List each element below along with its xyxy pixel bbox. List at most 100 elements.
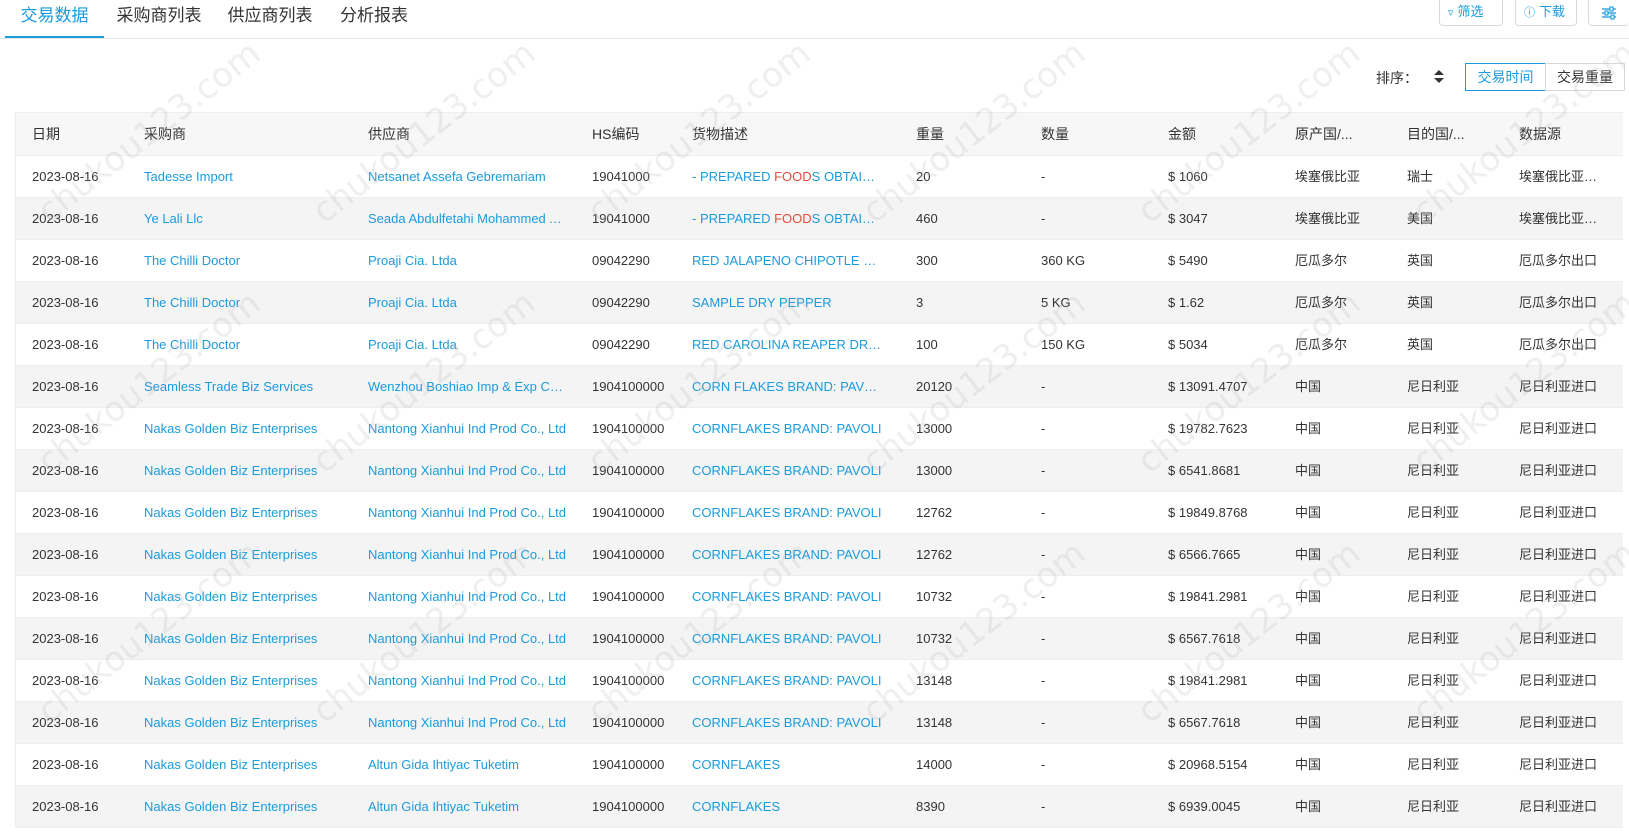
cell-description-link[interactable]: CORNFLAKES BRAND: PAVOLI [692, 408, 882, 450]
cell-description-link[interactable]: CORNFLAKES BRAND: PAVOLI [692, 576, 882, 618]
tab-analysis-report[interactable]: 分析报表 [334, 0, 414, 36]
cell-supplier-link[interactable]: Proaji Cia. Ltda [368, 240, 568, 282]
cell-supplier-link[interactable]: Proaji Cia. Ltda [368, 282, 568, 324]
sort-toggle-icon[interactable] [1432, 68, 1444, 86]
cell-buyer-link[interactable]: Nakas Golden Biz Enterprises [144, 408, 349, 450]
col-header-buyer[interactable]: 采购商 [144, 113, 344, 155]
sort-by-trade-weight-button[interactable]: 交易重量 [1545, 63, 1625, 91]
filter-button[interactable]: ▿ 筛选 [1439, 0, 1503, 26]
cell-supplier-link[interactable]: Proaji Cia. Ltda [368, 324, 568, 366]
cell-quantity: - [1041, 421, 1046, 436]
cell-origin: 厄瓜多尔 [1295, 337, 1348, 352]
cell-quantity: - [1041, 463, 1046, 478]
cell-description-link[interactable]: RED JALAPENO CHIPOTLE DRY PEPPER [692, 240, 882, 282]
cell-supplier-link[interactable]: Nantong Xianhui Ind Prod Co., Ltd [368, 450, 568, 492]
table-row[interactable]: 2023-08-16 The Chilli Doctor Proaji Cia. L… [16, 240, 1623, 282]
col-header-description[interactable]: 货物描述 [692, 113, 882, 155]
cell-description-link[interactable]: - PREPARED FOODS OBTAINED BY THE SWELLIN… [692, 198, 882, 240]
sort-by-trade-time-button[interactable]: 交易时间 [1465, 63, 1546, 91]
cell-supplier-link[interactable]: Nantong Xianhui Ind Prod Co., Ltd [368, 534, 568, 576]
cell-date: 2023-08-16 [32, 505, 99, 520]
cell-buyer-link[interactable]: Nakas Golden Biz Enterprises [144, 576, 349, 618]
cell-buyer-link[interactable]: Tadesse Import [144, 156, 349, 198]
table-row[interactable]: 2023-08-16 Nakas Golden Biz Enterprises Na… [16, 450, 1623, 492]
cell-quantity: - [1041, 505, 1046, 520]
cell-buyer-link[interactable]: Seamless Trade Biz Services [144, 366, 349, 408]
cell-quantity: - [1041, 715, 1046, 730]
cell-supplier-link[interactable]: Wenzhou Boshiao Imp & Exp Co., Ltd [368, 366, 568, 408]
cell-buyer-link[interactable]: The Chilli Doctor [144, 324, 349, 366]
cell-description-link[interactable]: CORNFLAKES BRAND: PAVOLI [692, 450, 882, 492]
table-row[interactable]: 2023-08-16 Nakas Golden Biz Enterprises Na… [16, 618, 1623, 660]
cell-buyer-link[interactable]: The Chilli Doctor [144, 282, 349, 324]
cell-supplier-link[interactable]: Seada Abdulfetahi Mohammed Ahmed [368, 198, 568, 240]
cell-buyer-link[interactable]: Nakas Golden Biz Enterprises [144, 534, 349, 576]
table-row[interactable]: 2023-08-16 The Chilli Doctor Proaji Cia. L… [16, 282, 1623, 324]
cell-supplier-link[interactable]: Nantong Xianhui Ind Prod Co., Ltd [368, 702, 568, 744]
cell-buyer-link[interactable]: Nakas Golden Biz Enterprises [144, 450, 349, 492]
cell-description-link[interactable]: SAMPLE DRY PEPPER [692, 282, 882, 324]
cell-weight: 14000 [916, 757, 953, 772]
col-header-quantity[interactable]: 数量 [1041, 113, 1141, 155]
cell-data-source: 尼日利亚进口 [1519, 715, 1598, 730]
col-header-supplier[interactable]: 供应商 [368, 113, 568, 155]
cell-buyer-link[interactable]: The Chilli Doctor [144, 240, 349, 282]
cell-destination: 英国 [1407, 337, 1434, 352]
cell-hs-code: 19041000 [592, 211, 650, 226]
cell-description-link[interactable]: CORNFLAKES BRAND: PAVOLI [692, 492, 882, 534]
table-row[interactable]: 2023-08-16 The Chilli Doctor Proaji Cia. L… [16, 324, 1623, 366]
cell-weight: 10732 [916, 631, 953, 646]
cell-description-link[interactable]: CORNFLAKES [692, 786, 882, 828]
cell-supplier-link[interactable]: Nantong Xianhui Ind Prod Co., Ltd [368, 660, 568, 702]
download-button[interactable]: ⓘ 下载 [1515, 0, 1577, 26]
tab-trade-data[interactable]: 交易数据 [5, 0, 104, 38]
cell-supplier-link[interactable]: Nantong Xianhui Ind Prod Co., Ltd [368, 618, 568, 660]
tab-supplier-list[interactable]: 供应商列表 [222, 0, 318, 36]
cell-description-link[interactable]: CORNFLAKES BRAND: PAVOLI [692, 702, 882, 744]
cell-supplier-link[interactable]: Nantong Xianhui Ind Prod Co., Ltd [368, 408, 568, 450]
table-row[interactable]: 2023-08-16 Nakas Golden Biz Enterprises Na… [16, 576, 1623, 618]
cell-description-link[interactable]: CORNFLAKES [692, 744, 882, 786]
table-row[interactable]: 2023-08-16 Ye Lali Llc Seada Abdulfetahi M… [16, 198, 1623, 240]
table-row[interactable]: 2023-08-16 Nakas Golden Biz Enterprises Na… [16, 660, 1623, 702]
col-header-origin[interactable]: 原产国/... [1295, 113, 1385, 155]
cell-buyer-link[interactable]: Nakas Golden Biz Enterprises [144, 744, 349, 786]
cell-description-link[interactable]: CORNFLAKES BRAND: PAVOLI [692, 618, 882, 660]
cell-origin: 厄瓜多尔 [1295, 295, 1348, 310]
col-header-hs-code[interactable]: HS编码 [592, 113, 672, 155]
cell-supplier-link[interactable]: Nantong Xianhui Ind Prod Co., Ltd [368, 492, 568, 534]
col-header-date[interactable]: 日期 [32, 113, 132, 155]
col-header-data-source[interactable]: 数据源 [1519, 113, 1609, 155]
cell-supplier-link[interactable]: Altun Gida Ihtiyac Tuketim [368, 744, 568, 786]
cell-description-link[interactable]: CORNFLAKES BRAND: PAVOLI [692, 534, 882, 576]
cell-description-link[interactable]: CORN FLAKES BRAND: PAVOLI [692, 366, 882, 408]
cell-date: 2023-08-16 [32, 715, 99, 730]
column-settings-button[interactable] [1588, 0, 1629, 26]
cell-buyer-link[interactable]: Nakas Golden Biz Enterprises [144, 618, 349, 660]
cell-supplier-link[interactable]: Nantong Xianhui Ind Prod Co., Ltd [368, 576, 568, 618]
col-header-weight[interactable]: 重量 [916, 113, 1016, 155]
table-row[interactable]: 2023-08-16 Tadesse Import Netsanet Assefa … [16, 156, 1623, 198]
cell-description-link[interactable]: RED CAROLINA REAPER DRY PEPPER [692, 324, 882, 366]
cell-buyer-link[interactable]: Nakas Golden Biz Enterprises [144, 702, 349, 744]
tab-buyer-list[interactable]: 采购商列表 [111, 0, 207, 36]
table-row[interactable]: 2023-08-16 Nakas Golden Biz Enterprises Al… [16, 786, 1623, 828]
cell-description-link[interactable]: - PREPARED FOODS OBTAINED BY THE SWELLIN… [692, 156, 882, 198]
cell-buyer-link[interactable]: Nakas Golden Biz Enterprises [144, 492, 349, 534]
col-header-amount[interactable]: 金额 [1168, 113, 1278, 155]
table-row[interactable]: 2023-08-16 Seamless Trade Biz Services Wen… [16, 366, 1623, 408]
cell-buyer-link[interactable]: Nakas Golden Biz Enterprises [144, 660, 349, 702]
cell-amount: $ 13091.4707 [1168, 379, 1248, 394]
cell-supplier-link[interactable]: Netsanet Assefa Gebremariam [368, 156, 568, 198]
cell-description-link[interactable]: CORNFLAKES BRAND: PAVOLI [692, 660, 882, 702]
table-row[interactable]: 2023-08-16 Nakas Golden Biz Enterprises Al… [16, 744, 1623, 786]
cell-buyer-link[interactable]: Ye Lali Llc [144, 198, 349, 240]
table-row[interactable]: 2023-08-16 Nakas Golden Biz Enterprises Na… [16, 492, 1623, 534]
table-row[interactable]: 2023-08-16 Nakas Golden Biz Enterprises Na… [16, 534, 1623, 576]
col-header-destination[interactable]: 目的国/... [1407, 113, 1497, 155]
cell-amount: $ 5034 [1168, 337, 1208, 352]
table-row[interactable]: 2023-08-16 Nakas Golden Biz Enterprises Na… [16, 702, 1623, 744]
table-row[interactable]: 2023-08-16 Nakas Golden Biz Enterprises Na… [16, 408, 1623, 450]
cell-buyer-link[interactable]: Nakas Golden Biz Enterprises [144, 786, 349, 828]
cell-supplier-link[interactable]: Altun Gida Ihtiyac Tuketim [368, 786, 568, 828]
